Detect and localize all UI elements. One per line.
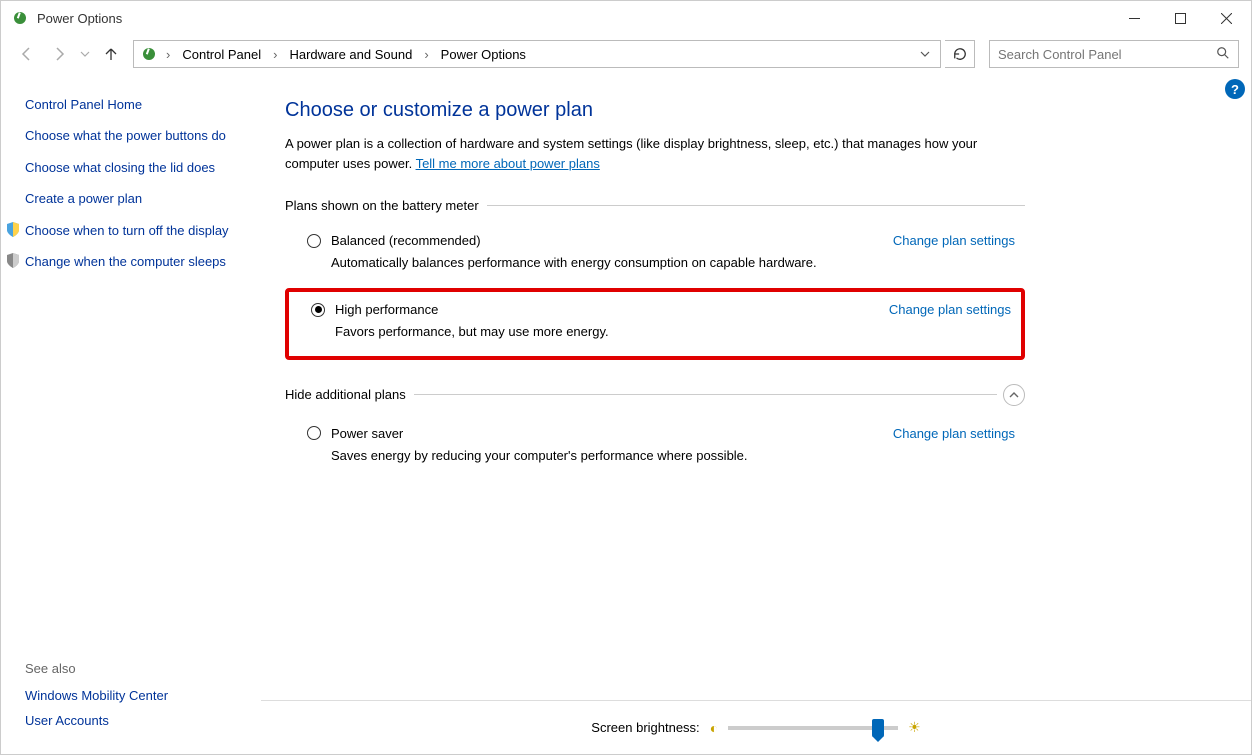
change-plan-settings-link[interactable]: Change plan settings: [889, 302, 1011, 317]
titlebar: Power Options: [1, 1, 1251, 35]
plan-name: Balanced (recommended): [331, 233, 481, 248]
nav-back-button[interactable]: [13, 40, 41, 68]
see-also-link-mobility-center[interactable]: Windows Mobility Center: [25, 688, 168, 703]
brightness-slider[interactable]: [728, 726, 898, 730]
sidebar-link-create-plan[interactable]: Create a power plan: [25, 189, 251, 209]
page-description: A power plan is a collection of hardware…: [285, 134, 1025, 174]
maximize-button[interactable]: [1157, 2, 1203, 34]
sun-bright-icon: ☀: [908, 719, 921, 736]
nav-recent-dropdown[interactable]: [77, 40, 93, 68]
minimize-button[interactable]: [1111, 2, 1157, 34]
breadcrumb-item[interactable]: Hardware and Sound: [285, 45, 416, 64]
chevron-right-icon: ›: [164, 47, 172, 62]
group-battery-meter: Plans shown on the battery meter: [285, 198, 1025, 213]
search-icon[interactable]: [1216, 46, 1230, 63]
learn-more-link[interactable]: Tell me more about power plans: [416, 156, 600, 171]
search-input[interactable]: [998, 47, 1216, 62]
plan-high-performance: High performance Change plan settings Fa…: [285, 288, 1025, 359]
change-plan-settings-link[interactable]: Change plan settings: [893, 426, 1015, 441]
nav-forward-button[interactable]: [45, 40, 73, 68]
change-plan-settings-link[interactable]: Change plan settings: [893, 233, 1015, 248]
address-dropdown-button[interactable]: [916, 47, 934, 62]
control-panel-home-link[interactable]: Control Panel Home: [25, 97, 251, 112]
sun-dim-icon: ◐: [710, 720, 718, 736]
collapse-button[interactable]: [1003, 384, 1025, 406]
sidebar-link-power-buttons[interactable]: Choose what the power buttons do: [25, 126, 251, 146]
close-button[interactable]: [1203, 2, 1249, 34]
sidebar: Control Panel Home Choose what the power…: [1, 73, 261, 754]
group-additional-plans: Hide additional plans: [285, 384, 1025, 406]
nav-up-button[interactable]: [97, 40, 125, 68]
chevron-right-icon: ›: [271, 47, 279, 62]
main-content: ? Choose or customize a power plan A pow…: [261, 73, 1251, 754]
see-also-link-user-accounts[interactable]: User Accounts: [25, 713, 168, 728]
search-box[interactable]: [989, 40, 1239, 68]
power-options-app-icon: [11, 9, 29, 27]
plan-power-saver: Power saver Change plan settings Saves e…: [285, 420, 1025, 475]
refresh-button[interactable]: [945, 40, 975, 68]
address-bar[interactable]: › Control Panel › Hardware and Sound › P…: [133, 40, 941, 68]
shield-icon: [3, 221, 23, 239]
plan-radio-balanced[interactable]: [307, 234, 321, 248]
breadcrumb-item[interactable]: Power Options: [437, 45, 530, 64]
plan-description: Favors performance, but may use more ene…: [335, 323, 1011, 341]
power-options-path-icon: [140, 45, 158, 63]
plan-description: Automatically balances performance with …: [331, 254, 1015, 272]
see-also-heading: See also: [25, 661, 168, 676]
plan-radio-power-saver[interactable]: [307, 426, 321, 440]
sidebar-link-turn-off-display[interactable]: Choose when to turn off the display: [25, 221, 251, 241]
chevron-right-icon: ›: [422, 47, 430, 62]
plan-description: Saves energy by reducing your computer's…: [331, 447, 1015, 465]
brightness-label: Screen brightness:: [591, 720, 699, 735]
shield-icon: [3, 252, 23, 270]
sidebar-link-computer-sleeps[interactable]: Change when the computer sleeps: [25, 252, 251, 272]
brightness-bar: Screen brightness: ◐ ☀: [261, 700, 1251, 754]
plan-balanced: Balanced (recommended) Change plan setti…: [285, 227, 1025, 282]
page-heading: Choose or customize a power plan: [285, 99, 1025, 122]
nav-row: › Control Panel › Hardware and Sound › P…: [1, 35, 1251, 73]
sidebar-link-closing-lid[interactable]: Choose what closing the lid does: [25, 158, 251, 178]
help-icon[interactable]: ?: [1225, 79, 1245, 99]
plan-name: Power saver: [331, 426, 403, 441]
plan-name: High performance: [335, 302, 438, 317]
breadcrumb-item[interactable]: Control Panel: [178, 45, 265, 64]
window-title: Power Options: [37, 11, 122, 26]
plan-radio-high-performance[interactable]: [311, 303, 325, 317]
brightness-slider-thumb[interactable]: [872, 719, 884, 737]
see-also-section: See also Windows Mobility Center User Ac…: [25, 661, 168, 738]
